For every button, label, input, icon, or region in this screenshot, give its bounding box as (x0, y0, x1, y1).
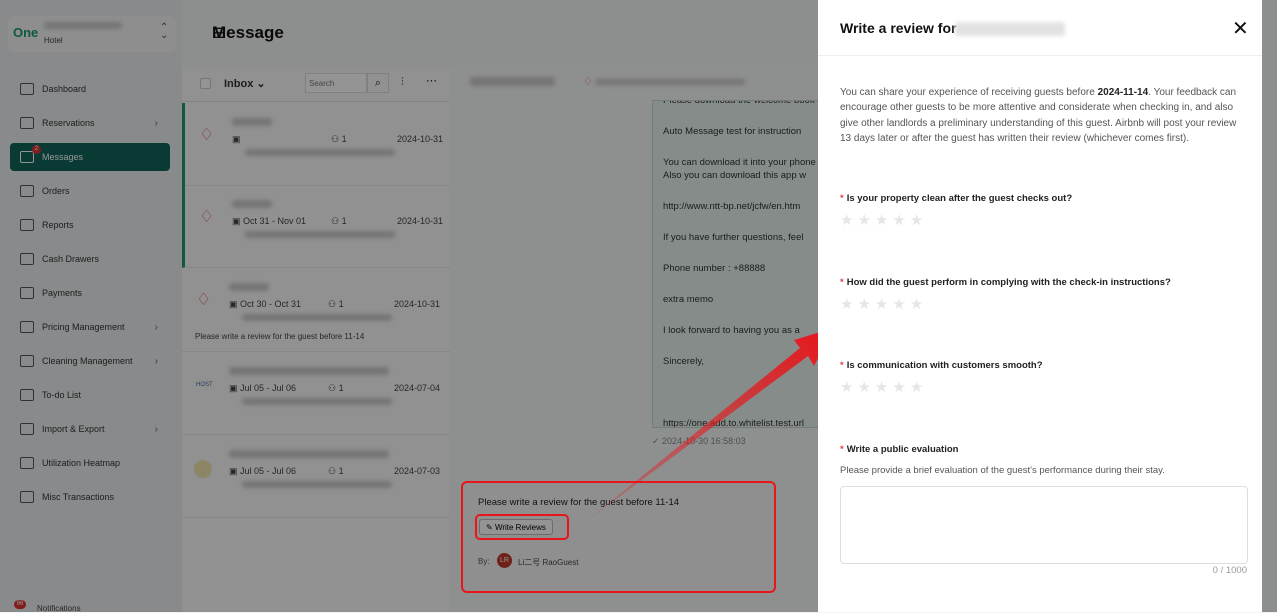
annotation-arrow (588, 332, 818, 520)
star-icon[interactable]: ★ (857, 379, 874, 396)
annotation-layer (461, 332, 818, 593)
star-icon[interactable]: ★ (857, 296, 874, 313)
star-icon[interactable]: ★ (910, 379, 927, 396)
annotation-box-button (475, 514, 569, 540)
evaluation-textarea[interactable] (840, 486, 1248, 564)
guest-name-blurred (955, 22, 1065, 36)
star-rating[interactable]: ★★★★★ (840, 295, 927, 313)
star-icon[interactable]: ★ (910, 212, 927, 229)
star-rating[interactable]: ★★★★★ (840, 378, 927, 396)
question-label: * Is communication with customers smooth? (840, 360, 1043, 371)
star-icon[interactable]: ★ (892, 296, 909, 313)
question-label: * Is your property clean after the guest … (840, 193, 1073, 204)
drawer-title: Write a review for (840, 20, 957, 36)
star-icon[interactable]: ★ (875, 379, 892, 396)
star-rating[interactable]: ★★★★★ (840, 211, 927, 229)
close-icon[interactable]: ✕ (1232, 16, 1249, 41)
star-icon[interactable]: ★ (840, 296, 857, 313)
star-icon[interactable]: ★ (892, 379, 909, 396)
star-icon[interactable]: ★ (857, 212, 874, 229)
star-icon[interactable]: ★ (875, 212, 892, 229)
star-icon[interactable]: ★ (892, 212, 909, 229)
divider (818, 55, 1262, 56)
evaluation-hint: Please provide a brief evaluation of the… (840, 465, 1165, 476)
char-counter: 0 / 1000 (1212, 565, 1247, 576)
question-label: * How did the guest perform in complying … (840, 277, 1171, 288)
star-icon[interactable]: ★ (875, 296, 892, 313)
star-icon[interactable]: ★ (840, 212, 857, 229)
annotation-box-card (461, 481, 776, 593)
evaluation-label: * Write a public evaluation (840, 444, 959, 455)
modal-backdrop-right[interactable] (1262, 0, 1277, 612)
star-icon[interactable]: ★ (840, 379, 857, 396)
review-intro: You can share your experience of receivi… (840, 87, 1237, 144)
star-icon[interactable]: ★ (910, 296, 927, 313)
review-drawer: Write a review for ✕ You can share your … (818, 0, 1262, 612)
